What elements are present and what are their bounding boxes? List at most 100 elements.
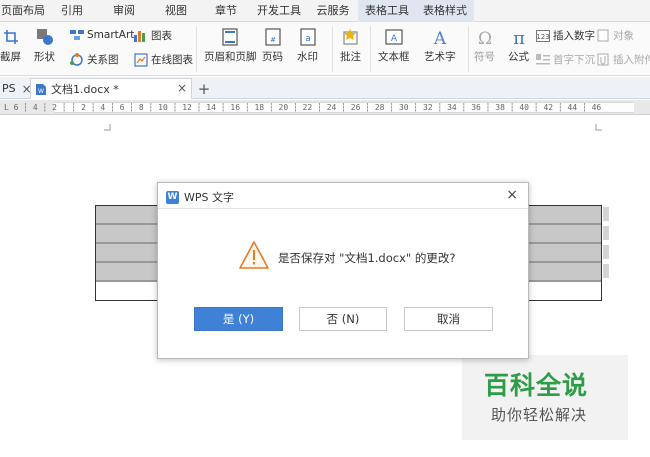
menu-tab-section[interactable]: 章节 [202,0,250,22]
header-footer-icon [221,28,239,46]
dialog-title: WPS 文字 [184,191,234,204]
table-left [95,205,166,301]
doc-tab-active[interactable]: W 文档1.docx * × [30,78,192,99]
dialog-message: 是否保存对 "文档1.docx" 的更改? [278,251,456,265]
relation-chart-label: 关系图 [87,54,119,66]
relation-chart-icon [70,52,84,67]
svg-text:a: a [305,34,311,44]
svg-text:A: A [391,34,398,44]
shapes-label: 形状 [34,51,55,63]
close-icon[interactable]: × [177,81,187,95]
drop-cap-label: 首字下沉 [553,54,595,66]
svg-text:#: # [270,36,276,44]
page-number-icon: # [264,28,282,46]
doc-tab-previous[interactable]: PS × [0,78,32,99]
insert-attachment-label: 插入附件 [613,54,650,66]
horizontal-ruler[interactable]: L 6 ┆ 4 ┆ 2 ┆ ┆ 2 ┆ 4 ┆ 6 ┆ 8 ┆ 10 ┆ 12 … [0,100,650,115]
svg-text:Ω: Ω [477,29,491,46]
textbox-label: 文本框 [378,51,410,63]
chart-icon [134,29,148,43]
watermark-title: 百科全说 [484,371,589,400]
menu-tab-developer[interactable]: 开发工具 [250,0,308,22]
wordart-button[interactable]: A 艺术字 [424,28,456,64]
header-footer-label: 页眉和页脚 [204,51,257,63]
formula-button[interactable]: π 公式 [508,28,529,64]
svg-text:W: W [38,88,44,95]
online-chart-button[interactable]: 在线图表 [134,52,193,67]
watermark-button[interactable]: a 水印 [297,28,318,64]
dialog-title-bar: W WPS 文字 [166,189,234,205]
drop-cap-button[interactable]: 首字下沉 [536,52,595,67]
omega-icon: Ω [476,28,494,46]
document-tab-bar: PS × W 文档1.docx * × + [0,77,650,99]
document-icon: W [35,83,47,96]
yes-button[interactable]: 是 (Y) [194,307,283,331]
menu-tab-table-tools[interactable]: 表格工具 [358,0,416,22]
smartart-icon [70,28,84,42]
watermark-label: 水印 [297,51,318,63]
insert-number-label: 插入数字 [553,30,595,42]
insert-number-button[interactable]: 123 插入数字 [536,28,595,43]
menu-tab-review[interactable]: 审阅 [98,0,150,22]
symbol-button[interactable]: Ω 符号 [474,28,495,64]
dialog-title-divider [158,208,528,209]
menu-tab-references[interactable]: 引用 [46,0,98,22]
shapes-icon [36,28,54,46]
comment-button[interactable]: 批注 [340,28,361,64]
screenshot-icon [2,28,20,46]
online-chart-icon [134,52,148,67]
shapes-button[interactable]: 形状 [34,28,55,64]
symbol-label: 符号 [474,51,495,63]
relation-chart-button[interactable]: 关系图 [70,52,119,67]
cancel-button[interactable]: 取消 [404,307,493,331]
ribbon-separator [332,26,333,72]
ruler-ticks: L 6 ┆ 4 ┆ 2 ┆ ┆ 2 ┆ 4 ┆ 6 ┆ 8 ┆ 10 ┆ 12 … [4,103,602,112]
wordart-icon: A [431,28,449,46]
svg-text:π: π [513,28,525,46]
watermark-icon: a [299,28,317,46]
menu-tab-page-layout[interactable]: 页面布局 [0,0,46,22]
attachment-icon [596,53,610,67]
doc-tab-title: 文档1.docx * [51,83,119,96]
object-button[interactable]: 对象 [596,28,634,43]
svg-text:123: 123 [536,33,549,41]
wps-app-icon: W [166,190,179,204]
chart-label: 图表 [151,30,172,42]
screenshot-label: 截屏 [0,51,21,63]
comment-label: 批注 [340,51,361,63]
menu-tab-cloud[interactable]: 云服务 [308,0,358,22]
menu-bar: 页面布局 引用 审阅 视图 章节 开发工具 云服务 表格工具 表格样式 [0,0,650,22]
svg-text:A: A [433,29,447,46]
new-tab-button[interactable]: + [195,78,213,99]
smartart-label: SmartArt [87,29,135,41]
textbox-icon: A [385,28,403,46]
pi-icon: π [510,28,528,46]
ribbon-separator [370,26,371,72]
page-number-label: 页码 [262,51,283,63]
formula-label: 公式 [508,51,529,63]
menu-tab-table-style[interactable]: 表格样式 [416,0,474,22]
ribbon-separator [196,26,197,72]
watermark-subtitle: 助你轻松解决 [491,406,588,424]
save-changes-dialog: W WPS 文字 × 是否保存对 "文档1.docx" 的更改? 是 (Y) 否… [157,182,529,359]
chart-button[interactable]: 图表 [134,28,172,43]
dialog-close-button[interactable]: × [506,187,518,203]
textbox-button[interactable]: A 文本框 [378,28,410,64]
warning-icon [238,240,270,270]
drop-cap-icon [536,53,550,67]
object-icon [596,29,610,43]
object-label: 对象 [613,30,634,42]
ribbon: 截屏 形状 SmartArt 图表 关系图 在线图表 页眉和页脚 # 页码 a … [0,22,650,76]
doc-tab-previous-label: PS [2,82,16,95]
ribbon-separator [468,26,469,72]
wordart-label: 艺术字 [424,51,456,63]
online-chart-label: 在线图表 [151,54,193,66]
screenshot-button[interactable]: 截屏 [0,28,21,64]
smartart-button[interactable]: SmartArt [70,28,134,42]
no-button[interactable]: 否 (N) [299,307,387,331]
header-footer-button[interactable]: 页眉和页脚 [204,28,257,64]
menu-tab-view[interactable]: 视图 [150,0,202,22]
page-number-button[interactable]: # 页码 [262,28,283,64]
insert-attachment-button[interactable]: 插入附件 [596,52,650,67]
table-right [528,205,602,301]
